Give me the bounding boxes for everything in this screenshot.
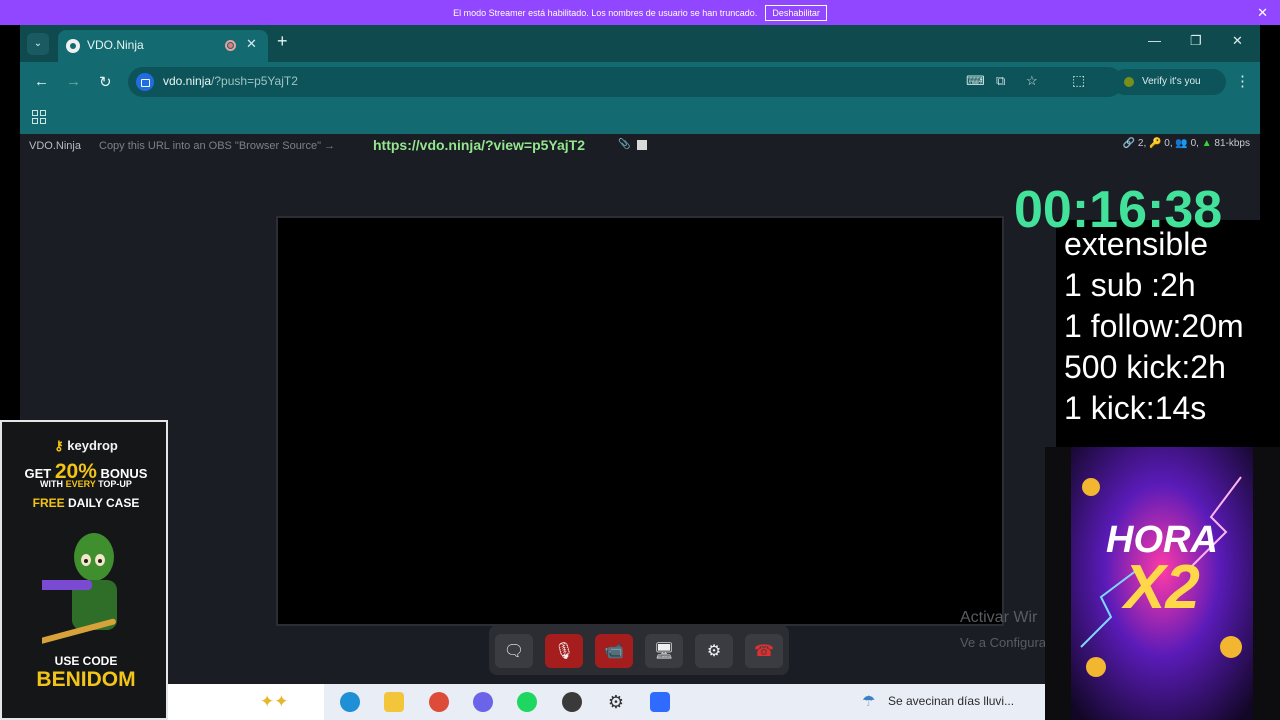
monitor-icon: 🖥 xyxy=(653,643,675,660)
viewers-icon: 👥 xyxy=(1175,138,1188,149)
spotify-icon[interactable] xyxy=(517,692,537,712)
address-bar[interactable]: vdo.ninja/?push=p5YajT2 ⌨ ⧉ ☆ xyxy=(128,67,1123,97)
recording-indicator-icon xyxy=(225,40,236,51)
settings-button[interactable]: ⚙ xyxy=(695,634,733,668)
file-explorer-icon[interactable] xyxy=(384,692,404,712)
reload-icon[interactable]: ↻ xyxy=(99,73,112,91)
ad-topup-line: WITH EVERY TOP-UP xyxy=(40,479,132,489)
close-tab-icon[interactable]: ✕ xyxy=(246,36,257,52)
x2-title: X2 xyxy=(1124,553,1200,622)
chat-icon: 🗨 xyxy=(503,643,525,660)
tab-bar: ⌄ VDO.Ninja ✕ + — ❐ ✕ xyxy=(20,25,1260,62)
promo-code: BENIDOM xyxy=(36,668,136,691)
more-menu-icon[interactable]: ⋮ xyxy=(1235,72,1250,90)
call-controls: 🗨 🎙 📹 🖥 ⚙ ☎ xyxy=(489,625,789,675)
windows-activation-subtext: Ve a Configura xyxy=(960,635,1047,650)
disable-streamer-mode-button[interactable]: Deshabilitar xyxy=(765,4,827,21)
copy-hint: Copy this URL into an OBS "Browser Sourc… xyxy=(99,140,336,152)
streamer-mode-banner: El modo Streamer está habilitado. Los no… xyxy=(0,0,1280,25)
windows-taskbar: ✦✦ ⚙ ☂ Se avecinan días lluvi... xyxy=(168,684,1045,720)
connection-stats: 🔗 2, 🔑 0, 👥 0, ▲ 81-kbps xyxy=(1122,138,1250,149)
key-count: 0 xyxy=(1164,138,1170,149)
obs-icon[interactable] xyxy=(562,692,582,712)
rule-line: 1 follow:20m xyxy=(1064,308,1244,344)
keydrop-ad: ⚷ keydrop GET 20% BONUS WITH EVERY TOP-U… xyxy=(0,420,168,720)
bitrate-icon: ▲ xyxy=(1201,138,1212,149)
chrome-profile-icon[interactable] xyxy=(473,692,493,712)
roblox-icon[interactable] xyxy=(650,692,670,712)
new-tab-plus-icon[interactable]: + xyxy=(277,31,288,52)
bitrate-value: 81-kbps xyxy=(1214,138,1250,149)
view-link[interactable]: https://vdo.ninja/?view=p5YajT2 xyxy=(373,137,585,153)
save-icon[interactable] xyxy=(637,140,647,150)
ad-free-case-line: FREE DAILY CASE xyxy=(32,496,140,510)
screenshare-button[interactable]: 🖥 xyxy=(645,634,683,668)
brand-label: VDO.Ninja xyxy=(29,140,81,152)
chrome-icon[interactable] xyxy=(429,692,449,712)
phone-hangup-icon: ☎ xyxy=(754,643,774,660)
verify-label: Verify it's you xyxy=(1142,76,1201,87)
settings-gear-icon[interactable]: ⚙ xyxy=(606,692,626,712)
chat-button[interactable]: 🗨 xyxy=(495,634,533,668)
install-app-icon[interactable]: ⧉ xyxy=(996,73,1005,89)
use-code-label: USE CODE xyxy=(54,654,118,668)
rule-line: 500 kick:2h xyxy=(1064,349,1226,385)
tab-vdo-ninja[interactable]: VDO.Ninja ✕ xyxy=(58,30,268,62)
paperclip-icon[interactable]: 📎 xyxy=(618,139,630,150)
bookmark-star-icon[interactable]: ☆ xyxy=(1026,73,1038,89)
gear-icon: ⚙ xyxy=(706,643,722,660)
link-count: 2 xyxy=(1137,138,1144,149)
banner-message: El modo Streamer está habilitado. Los no… xyxy=(453,7,758,18)
mute-mic-button[interactable]: 🎙 xyxy=(545,634,583,668)
profile-avatar-icon xyxy=(1124,77,1134,87)
browser-toolbar: ← → ↻ vdo.ninja/?push=p5YajT2 ⌨ ⧉ ☆ ⬚ Ve… xyxy=(20,62,1260,102)
hora-x2-artwork: HORA X2 xyxy=(1071,447,1253,720)
tab-title: VDO.Ninja xyxy=(87,38,144,52)
url-text[interactable]: vdo.ninja/?push=p5YajT2 xyxy=(163,74,298,88)
camera-off-icon: 📹 xyxy=(604,643,624,660)
link-icon: 🔗 xyxy=(1122,138,1136,149)
vdo-ninja-favicon-icon xyxy=(66,39,80,53)
keydrop-logo: ⚷ keydrop xyxy=(54,438,118,453)
masked-character-illustration xyxy=(42,533,117,644)
viewer-count: 0 xyxy=(1190,138,1197,149)
edge-icon[interactable] xyxy=(340,692,360,712)
translate-icon[interactable]: ⌨ xyxy=(966,73,985,89)
rain-weather-icon: ☂ xyxy=(862,693,876,710)
rule-line: 1 kick:14s xyxy=(1064,390,1207,426)
tab-search-dropdown-icon[interactable]: ⌄ xyxy=(27,33,49,55)
close-icon[interactable]: ✕ xyxy=(1257,5,1268,21)
verify-identity-chip[interactable]: Verify it's you xyxy=(1112,69,1226,95)
rule-line: 1 sub :2h xyxy=(1064,267,1196,303)
window-close-icon[interactable]: ✕ xyxy=(1232,33,1243,49)
minimize-icon[interactable]: — xyxy=(1148,33,1161,48)
sparkle-icon: ✦✦ xyxy=(260,692,289,711)
video-preview xyxy=(276,216,1004,626)
key-icon: 🔑 xyxy=(1149,138,1162,149)
screen: El modo Streamer está habilitado. Los no… xyxy=(0,0,1280,720)
taskbar-search[interactable]: ✦✦ xyxy=(168,684,324,720)
camera-site-icon[interactable] xyxy=(136,73,154,91)
bookmarks-bar xyxy=(20,102,1260,134)
hangup-button[interactable]: ☎ xyxy=(745,634,783,668)
restore-icon[interactable]: ❐ xyxy=(1190,33,1202,49)
rule-line: extensible xyxy=(1064,226,1209,262)
info-bar: VDO.Ninja Copy this URL into an OBS "Bro… xyxy=(20,134,1260,158)
back-arrow-icon[interactable]: ← xyxy=(34,73,49,90)
mic-off-icon: 🎙 xyxy=(553,643,575,660)
forward-arrow-icon[interactable]: → xyxy=(66,73,81,90)
apps-grid-icon[interactable] xyxy=(32,110,46,124)
extensions-puzzle-icon[interactable]: ⬚ xyxy=(1072,72,1085,89)
weather-text[interactable]: Se avecinan días lluvi... xyxy=(888,694,1014,708)
camera-off-button[interactable]: 📹 xyxy=(595,634,633,668)
hora-x2-banner: HORA X2 xyxy=(1045,447,1280,720)
windows-activation-watermark: Activar Wir xyxy=(960,609,1038,626)
